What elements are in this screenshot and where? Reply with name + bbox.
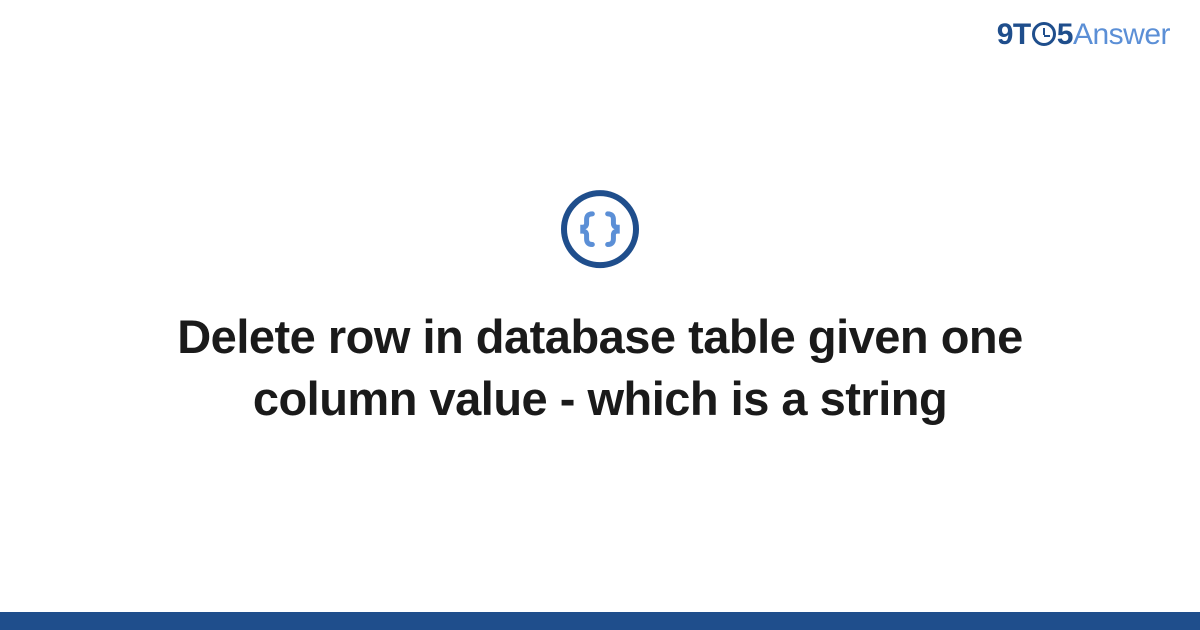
clock-icon <box>1032 22 1056 46</box>
code-braces-icon <box>561 190 639 268</box>
site-logo: 9T 5 Answer <box>997 18 1170 52</box>
page-title: Delete row in database table given one c… <box>110 306 1090 430</box>
main-content: Delete row in database table given one c… <box>0 190 1200 430</box>
logo-text-answer: Answer <box>1073 18 1170 52</box>
footer-accent-bar <box>0 612 1200 630</box>
logo-text-9t: 9T <box>997 18 1031 52</box>
logo-text-5: 5 <box>1057 18 1073 52</box>
